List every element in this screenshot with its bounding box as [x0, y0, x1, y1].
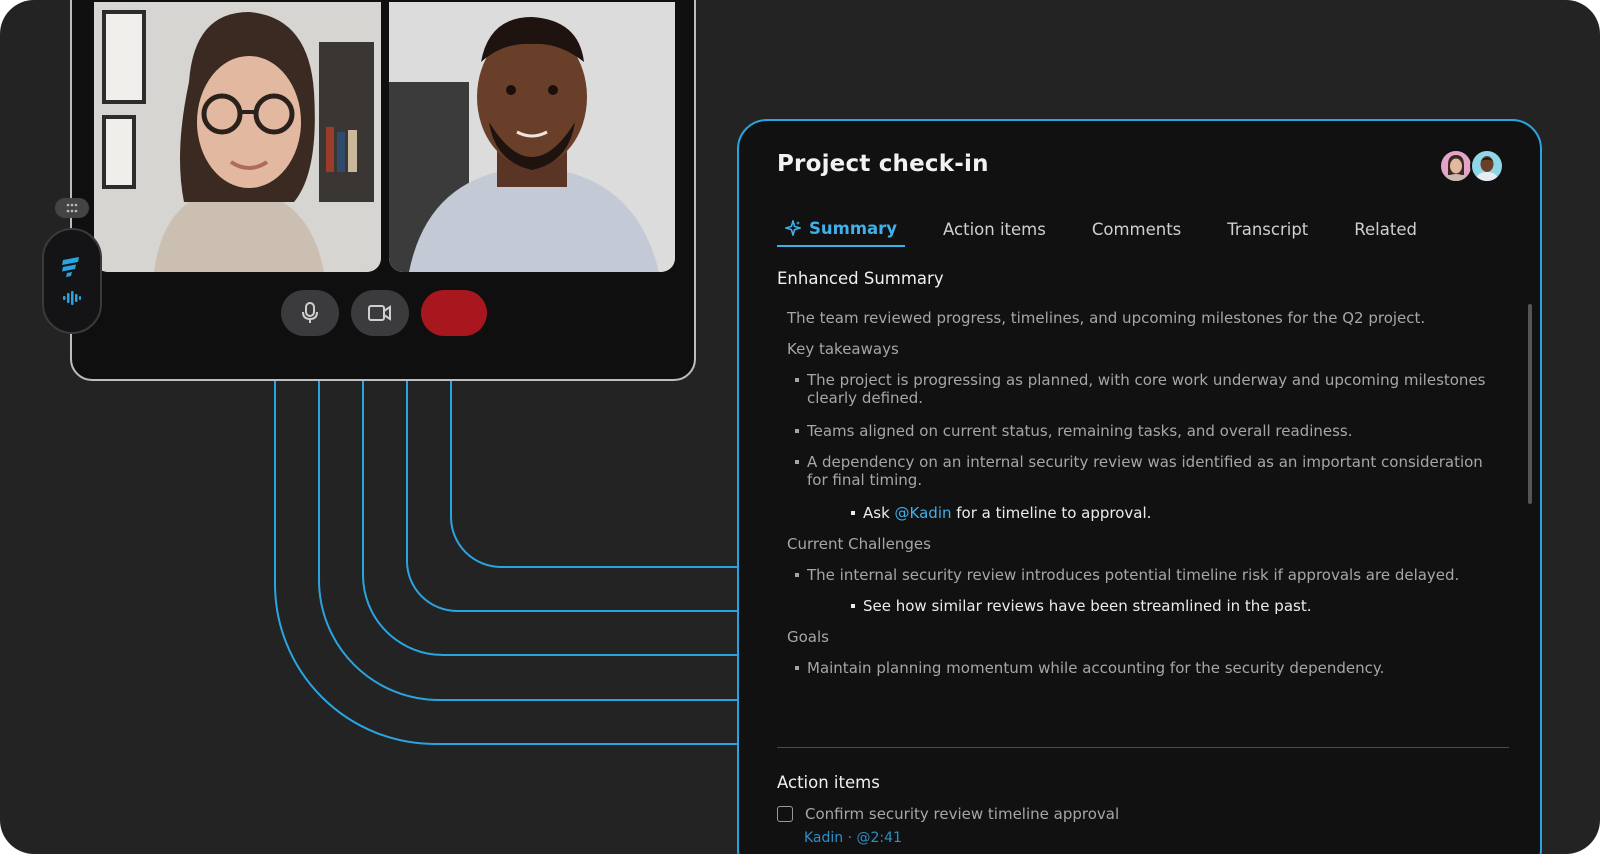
section-divider [777, 747, 1509, 748]
avatar[interactable] [1439, 149, 1473, 183]
tab-label: Related [1354, 219, 1417, 239]
action-item-meta[interactable]: Kadin · @2:41 [804, 830, 902, 846]
takeaway-item: The project is progressing as planned, w… [777, 371, 1507, 407]
microphone-icon [302, 302, 318, 323]
action-item-row: Confirm security review timeline approva… [777, 805, 1119, 823]
sparkle-icon [785, 220, 801, 236]
panel-title: Project check-in [777, 151, 989, 177]
action-items-heading: Action items [777, 773, 880, 792]
participant-1-video [94, 2, 381, 272]
participant-1-avatar-image [1445, 155, 1467, 181]
video-camera-icon [368, 305, 391, 321]
tab-label: Comments [1091, 219, 1182, 239]
summary-intro: The team reviewed progress, timelines, a… [787, 309, 1426, 327]
grip-dots-icon [66, 203, 78, 213]
panel-tabs: Summary Action items Comments Transcript… [777, 211, 1455, 247]
tab-label: Transcript [1227, 219, 1309, 239]
tab-comments[interactable]: Comments [1084, 211, 1189, 247]
app-logo-icon[interactable] [61, 257, 83, 277]
tab-summary[interactable]: Summary [777, 211, 906, 247]
meeting-notes-panel: Project check-in Summary Action items Co… [737, 119, 1542, 854]
current-challenges-heading: Current Challenges [787, 535, 931, 553]
ask-suffix: for a timeline to approval. [951, 504, 1152, 522]
audio-waveform-icon[interactable] [63, 291, 81, 305]
challenge-item: The internal security review introduces … [777, 566, 1507, 584]
action-item-text: Confirm security review timeline approva… [805, 805, 1120, 823]
participant-avatars[interactable] [1439, 149, 1504, 183]
key-takeaways-heading: Key takeaways [787, 340, 899, 358]
assistant-widget [42, 228, 102, 334]
tab-related[interactable]: Related [1346, 211, 1425, 247]
app-frame: Project check-in Summary Action items Co… [0, 0, 1600, 854]
ask-prefix: Ask [863, 504, 895, 522]
camera-button[interactable] [351, 290, 409, 336]
call-controls [281, 290, 487, 336]
sub-bullet-challenge: See how similar reviews have been stream… [777, 597, 1507, 615]
video-tile-participant-2[interactable] [389, 2, 675, 272]
drag-handle[interactable] [55, 198, 89, 218]
avatar[interactable] [1470, 149, 1504, 183]
tab-label: Summary [809, 218, 898, 238]
action-item-checkbox[interactable] [777, 806, 793, 822]
takeaway-item: A dependency on an internal security rev… [777, 453, 1507, 489]
end-call-button[interactable] [421, 290, 487, 336]
participant-2-avatar-image [1475, 156, 1499, 181]
sub-bullet-ask: Ask @Kadin for a timeline to approval. [777, 504, 1507, 522]
takeaway-item: Teams aligned on current status, remaini… [777, 422, 1507, 440]
participant-2-video [389, 2, 675, 272]
video-tile-participant-1[interactable] [94, 2, 381, 272]
goal-item: Maintain planning momentum while account… [777, 659, 1507, 677]
summary-content: Enhanced Summary The team reviewed progr… [777, 269, 1507, 677]
tab-transcript[interactable]: Transcript [1219, 211, 1316, 247]
video-call-window [70, 0, 696, 381]
tab-label: Action items [943, 219, 1046, 239]
mention-kadin[interactable]: @Kadin [895, 504, 952, 522]
summary-scrollbar[interactable] [1528, 304, 1532, 504]
tab-action-items[interactable]: Action items [935, 211, 1054, 247]
enhanced-summary-heading: Enhanced Summary [777, 269, 944, 288]
mic-button[interactable] [281, 290, 339, 336]
goals-heading: Goals [787, 628, 829, 646]
